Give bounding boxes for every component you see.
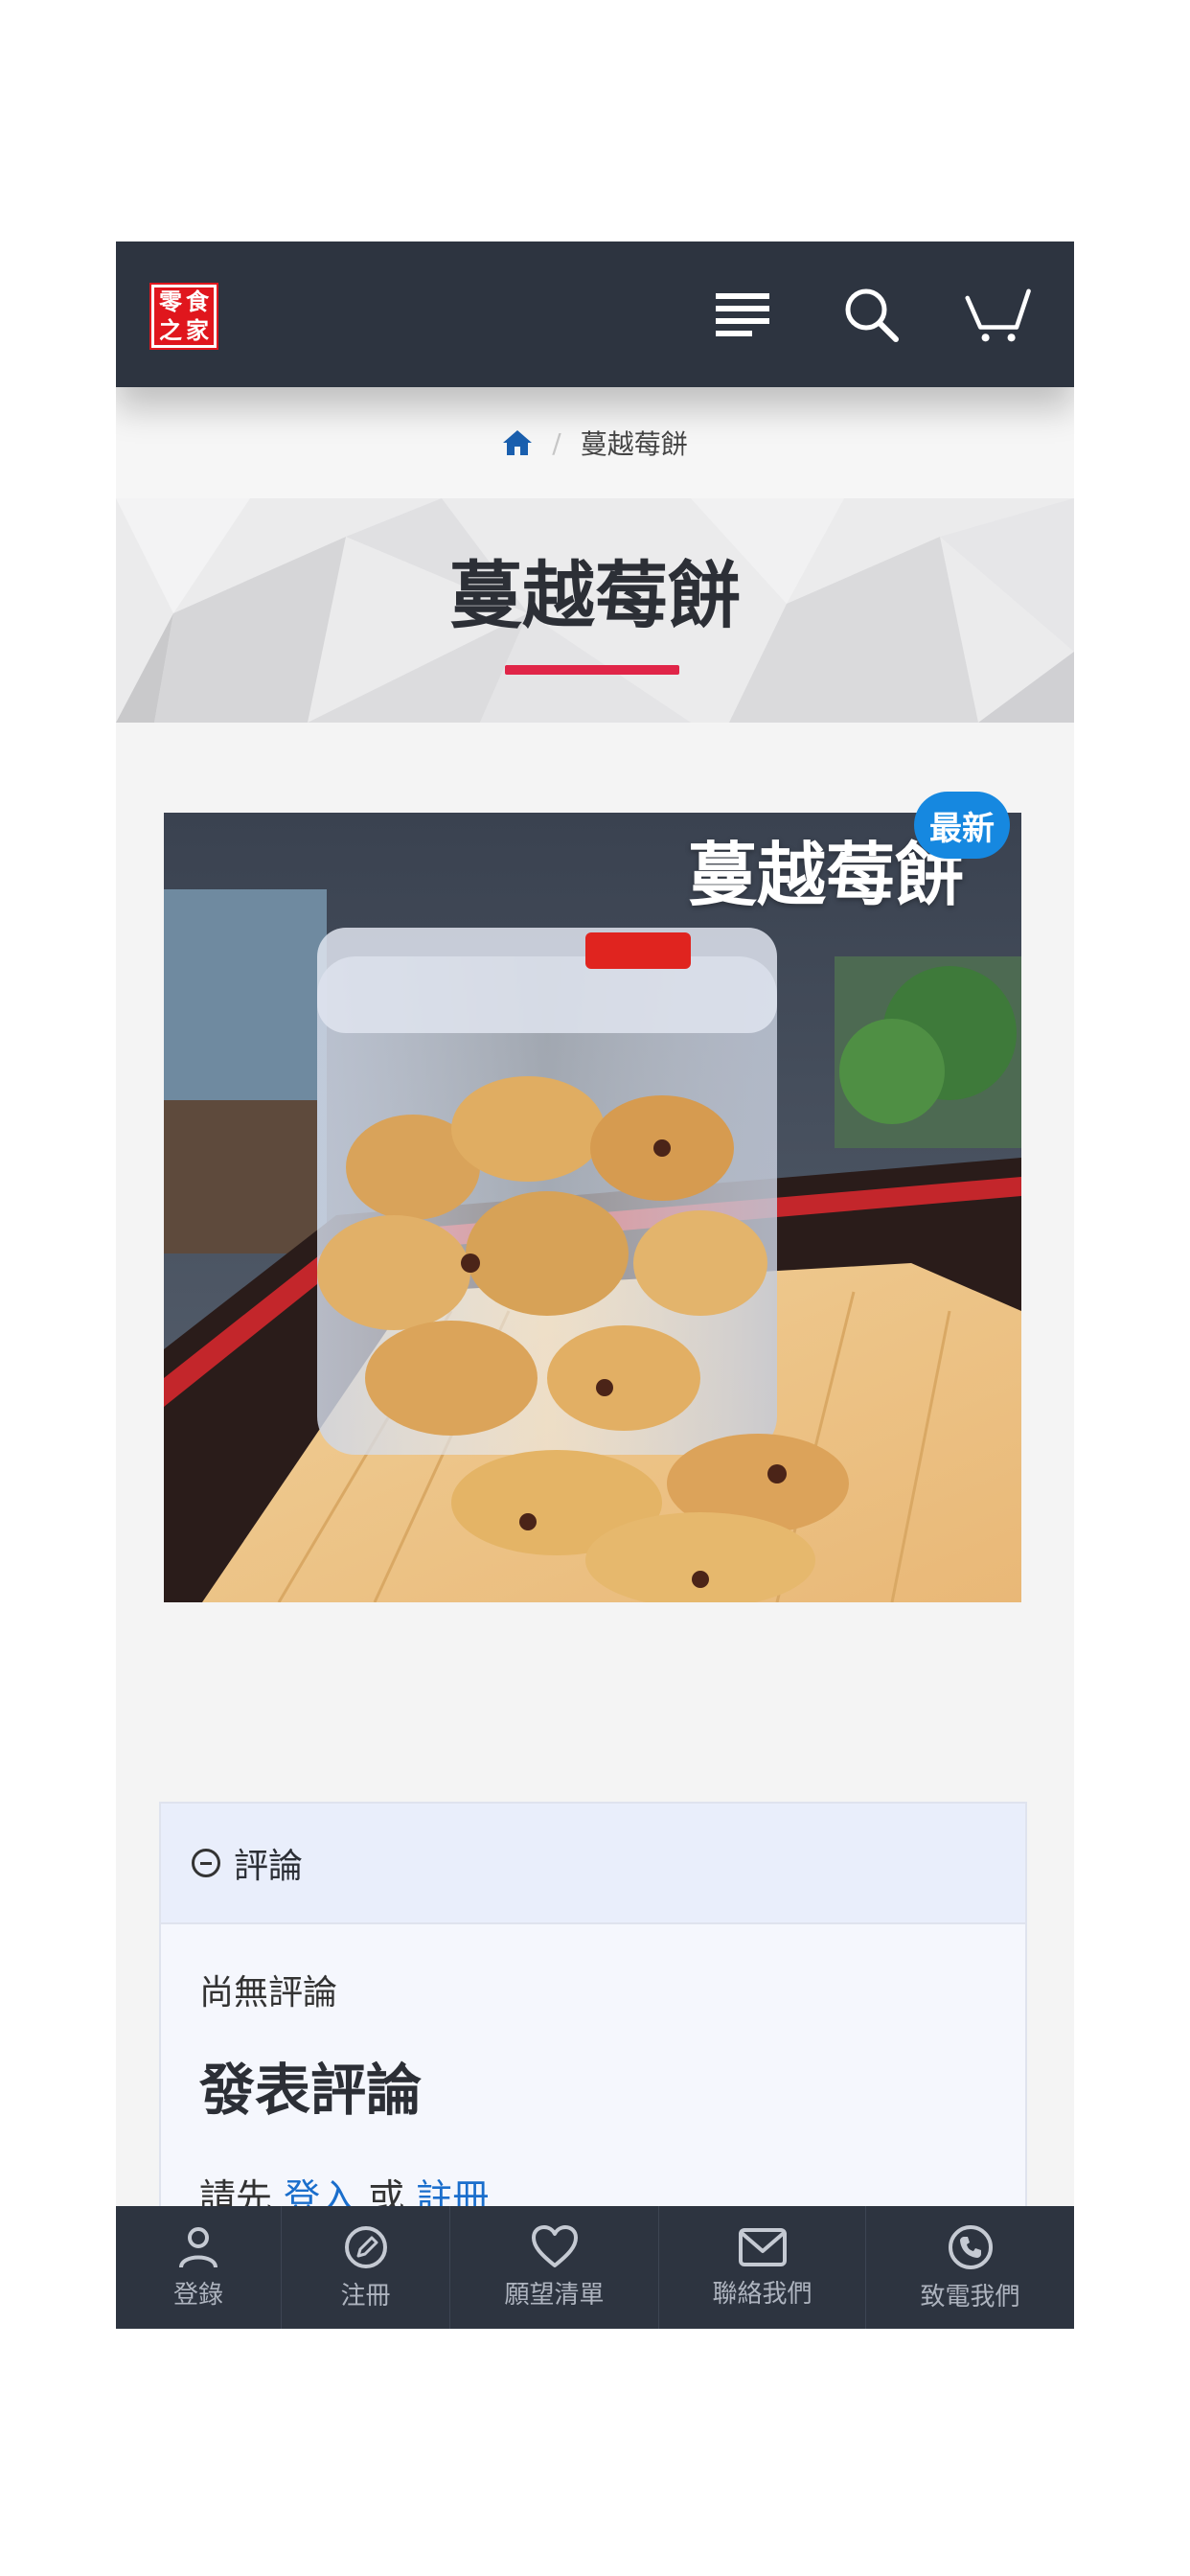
nav-wishlist[interactable]: 願望清單 [450, 2206, 659, 2329]
title-banner: 蔓越莓餅 [116, 498, 1074, 723]
menu-icon [716, 293, 769, 336]
nav-login[interactable]: 登錄 [116, 2206, 282, 2329]
write-review-title: 發表評論 [199, 2058, 423, 2123]
nav-register[interactable]: 注冊 [282, 2206, 450, 2329]
breadcrumb: / 蔓越莓餅 [116, 387, 1074, 498]
heart-icon [531, 2224, 578, 2267]
search-button[interactable] [836, 280, 905, 349]
product-image[interactable]: 蔓越莓餅 [164, 813, 1021, 1602]
breadcrumb-separator: / [552, 426, 561, 459]
app-screen: 零 食 之 家 / 蔓越莓餅 蔓越莓餅 蔓越莓餅 最新 評論 尚無評論 發表評論… [116, 242, 1074, 2329]
cart-button[interactable] [965, 280, 1034, 349]
mail-icon [738, 2227, 787, 2266]
nav-label: 願望清單 [504, 2280, 605, 2310]
search-icon [845, 288, 899, 342]
nav-label: 致電我們 [920, 2282, 1020, 2312]
user-icon [179, 2226, 217, 2268]
new-badge: 最新 [914, 792, 1010, 859]
nav-label: 注冊 [340, 2281, 391, 2311]
logo-char: 零 [159, 288, 182, 315]
title-underline [505, 665, 679, 675]
reviews-header-label: 評論 [234, 1847, 304, 1886]
top-header: 零 食 之 家 [116, 242, 1074, 387]
menu-button[interactable] [708, 280, 777, 349]
reviews-toggle[interactable]: 評論 [161, 1804, 1025, 1924]
nav-label: 聯絡我們 [712, 2279, 812, 2309]
no-reviews-text: 尚無評論 [199, 1973, 338, 2012]
edit-icon [344, 2225, 387, 2268]
cart-icon [965, 288, 1031, 342]
phone-icon [948, 2224, 993, 2269]
logo-char: 之 [159, 317, 182, 344]
nav-contact[interactable]: 聯絡我們 [659, 2206, 866, 2329]
bottom-nav: 登錄 注冊 願望清單 聯絡我們 致電我們 [116, 2206, 1074, 2329]
product-photo-illustration [164, 813, 1021, 1602]
logo-char: 食 [186, 288, 209, 315]
logo-char: 家 [186, 317, 209, 344]
collapse-icon [192, 1849, 220, 1877]
page-title: 蔓越莓餅 [449, 553, 741, 638]
breadcrumb-current: 蔓越莓餅 [580, 428, 688, 460]
brand-logo[interactable]: 零 食 之 家 [149, 283, 218, 350]
nav-label: 登錄 [172, 2280, 223, 2310]
home-icon[interactable] [502, 428, 533, 457]
nav-call[interactable]: 致電我們 [866, 2206, 1074, 2329]
